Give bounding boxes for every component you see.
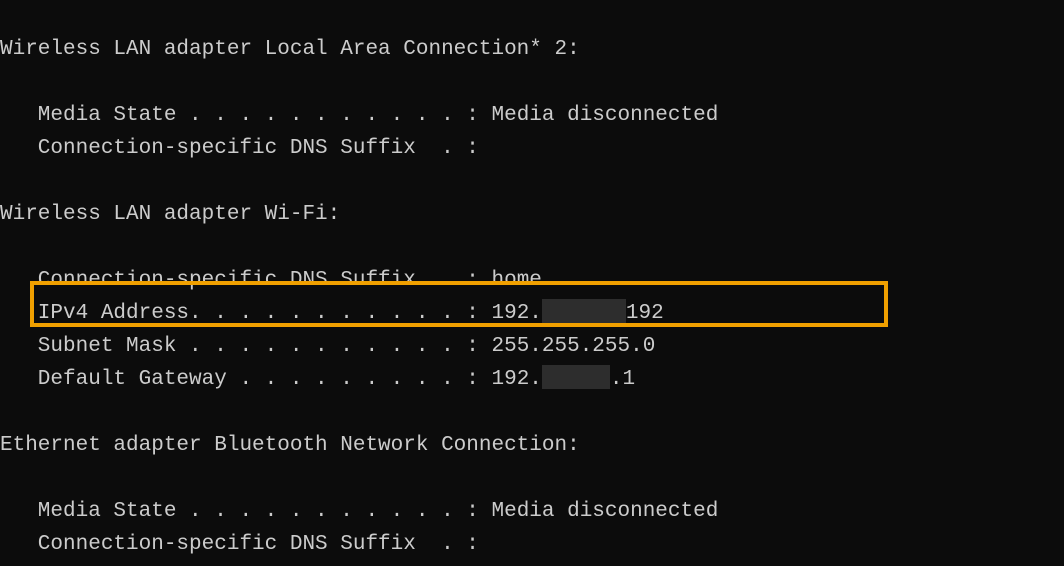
redacted-ip-segment: [542, 365, 610, 389]
default-gateway-row: Default Gateway . . . . . . . . . : 192.…: [0, 368, 635, 391]
dns-suffix-row: Connection-specific DNS Suffix . : home: [0, 269, 542, 292]
media-state-row: Media State . . . . . . . . . . . : Medi…: [0, 500, 718, 523]
terminal-output: Wireless LAN adapter Local Area Connecti…: [0, 0, 1064, 561]
media-state-row: Media State . . . . . . . . . . . : Medi…: [0, 104, 718, 127]
ipv4-address-row: IPv4 Address. . . . . . . . . . . : 192.…: [0, 302, 664, 325]
adapter-header-3: Ethernet adapter Bluetooth Network Conne…: [0, 434, 580, 457]
redacted-ip-segment: [542, 299, 626, 323]
dns-suffix-row: Connection-specific DNS Suffix . :: [0, 533, 479, 556]
dns-suffix-row: Connection-specific DNS Suffix . :: [0, 137, 479, 160]
adapter-header-1: Wireless LAN adapter Local Area Connecti…: [0, 38, 580, 61]
adapter-header-2: Wireless LAN adapter Wi-Fi:: [0, 203, 340, 226]
subnet-mask-row: Subnet Mask . . . . . . . . . . . : 255.…: [0, 335, 655, 358]
